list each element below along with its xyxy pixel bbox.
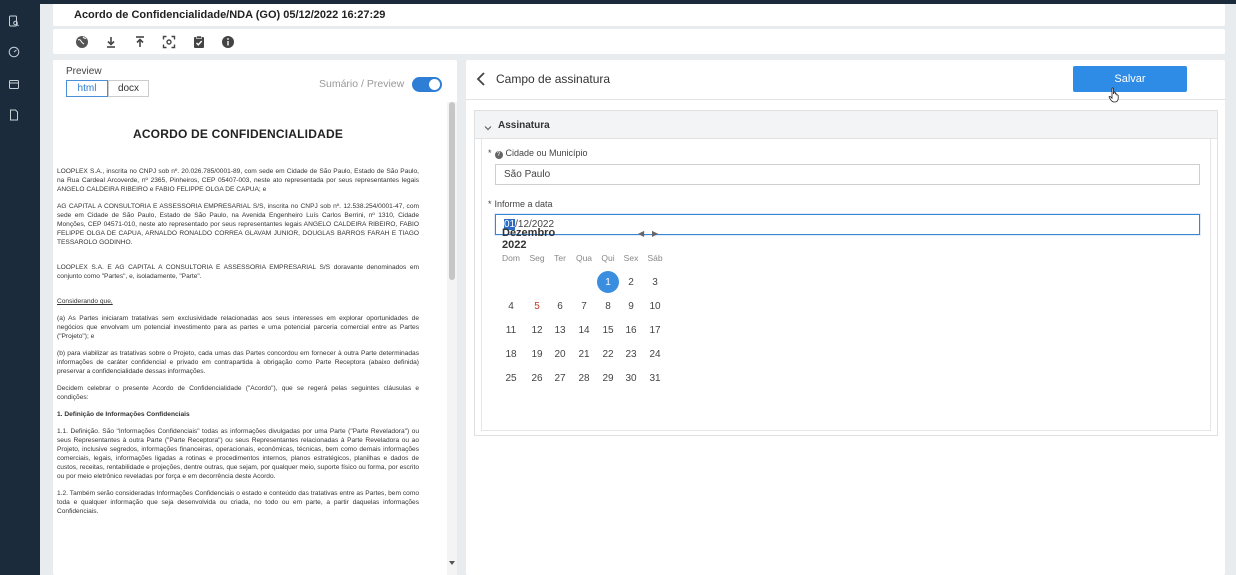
chevron-left-icon[interactable] bbox=[475, 71, 487, 87]
calendar-day[interactable]: 26 bbox=[525, 368, 549, 390]
weekday-header: Qua bbox=[575, 253, 593, 263]
globe-icon[interactable] bbox=[74, 34, 89, 49]
calendar-month: Dezembro 2022 bbox=[502, 227, 556, 251]
download-icon[interactable] bbox=[103, 34, 118, 49]
doc-paragraph: AG CAPITAL A CONSULTORIA E ASSESSORIA EM… bbox=[57, 203, 419, 246]
calendar-day[interactable]: 16 bbox=[619, 320, 643, 342]
clipboard-check-icon[interactable] bbox=[191, 34, 206, 49]
calendar-day[interactable]: 22 bbox=[596, 344, 620, 366]
calendar-day[interactable]: 3 bbox=[643, 272, 667, 294]
chevron-down-icon bbox=[483, 120, 493, 131]
signature-field-panel: Campo de assinatura Salvar Assinatura *?… bbox=[466, 60, 1225, 575]
doc-paragraph: (b) para viabilizar as tratativas sobre … bbox=[57, 350, 419, 375]
calendar-day[interactable]: 8 bbox=[596, 296, 620, 318]
document-toolbar bbox=[53, 29, 1225, 54]
calendar-day[interactable]: 21 bbox=[572, 344, 596, 366]
panel-header: Campo de assinatura Salvar bbox=[466, 60, 1225, 103]
calendar-icon[interactable] bbox=[8, 77, 20, 89]
doc-paragraph: Decidem celebrar o presente Acordo de Co… bbox=[57, 385, 419, 401]
calendar-day[interactable]: 29 bbox=[596, 368, 620, 390]
doc-section-heading: 1. Definição de Informações Confidenciai… bbox=[57, 411, 190, 418]
calendar-day[interactable]: 12 bbox=[525, 320, 549, 342]
calendar-day[interactable]: 14 bbox=[572, 320, 596, 342]
weekday-header: Seg bbox=[529, 253, 545, 263]
calendar-day[interactable]: 18 bbox=[499, 344, 523, 366]
calendar-day[interactable]: 28 bbox=[572, 368, 596, 390]
weekday-header: Qui bbox=[601, 253, 615, 263]
calendar-day[interactable]: 30 bbox=[619, 368, 643, 390]
tab-docx[interactable]: docx bbox=[108, 80, 149, 97]
summary-preview-label: Sumário / Preview bbox=[319, 78, 405, 90]
calendar-day[interactable]: 23 bbox=[619, 344, 643, 366]
calendar-day[interactable]: 15 bbox=[596, 320, 620, 342]
doc-paragraph: Considerando que, bbox=[57, 298, 113, 305]
summary-preview-toggle[interactable] bbox=[412, 77, 442, 92]
section-content: *? Cidade ou Município São Paulo * Informe… bbox=[481, 139, 1211, 431]
hand-cursor-icon bbox=[1108, 87, 1120, 103]
preview-panel: Preview html docx Sumário / Preview ACOR… bbox=[53, 60, 457, 575]
date-label-text: Informe a data bbox=[494, 199, 553, 209]
calendar-day[interactable]: 10 bbox=[643, 296, 667, 318]
info-icon[interactable] bbox=[220, 34, 235, 49]
doc-paragraph: LOOPLEX S.A., inscrita no CNPJ sob nº. 2… bbox=[57, 168, 419, 193]
date-field-label: * Informe a data bbox=[488, 199, 553, 209]
document-heading: ACORDO DE CONFIDENCIALIDADE bbox=[132, 127, 344, 141]
city-label-text: Cidade ou Município bbox=[505, 148, 588, 158]
section-title: Assinatura bbox=[498, 120, 550, 131]
calendar-day[interactable]: 19 bbox=[525, 344, 549, 366]
preview-label: Preview bbox=[66, 66, 102, 77]
calendar-day[interactable]: 24 bbox=[643, 344, 667, 366]
calendar-day[interactable]: 13 bbox=[548, 320, 572, 342]
calendar-day[interactable]: 1 bbox=[596, 271, 620, 294]
document-search-icon[interactable] bbox=[8, 14, 20, 27]
date-input[interactable]: 01/12/2022 bbox=[495, 214, 1200, 235]
calendar-day[interactable]: 7 bbox=[572, 296, 596, 318]
upload-icon[interactable] bbox=[132, 34, 147, 49]
app-sidebar bbox=[0, 0, 40, 575]
required-mark: * bbox=[488, 199, 492, 209]
section-header[interactable]: Assinatura bbox=[475, 111, 1217, 139]
calendar-day[interactable]: 31 bbox=[643, 368, 667, 390]
weekday-header: Ter bbox=[554, 253, 566, 263]
signature-section: Assinatura *? Cidade ou Município São Pau… bbox=[474, 110, 1218, 436]
calendar-day[interactable]: 17 bbox=[643, 320, 667, 342]
calendar-day[interactable]: 9 bbox=[619, 296, 643, 318]
calendar-day[interactable]: 11 bbox=[499, 320, 523, 342]
weekday-header: Dom bbox=[502, 253, 520, 263]
weekday-header: Sáb bbox=[647, 253, 663, 263]
document-preview: ACORDO DE CONFIDENCIALIDADE LOOPLEX S.A.… bbox=[53, 102, 447, 575]
tab-html[interactable]: html bbox=[66, 80, 108, 97]
calendar-day[interactable]: 5 bbox=[525, 296, 549, 318]
weekday-header: Sex bbox=[623, 253, 639, 263]
scroll-down-icon[interactable] bbox=[449, 560, 455, 566]
toggle-knob bbox=[429, 79, 440, 90]
document-title-bar: Acordo de Confidencialidade/NDA (GO) 05/… bbox=[53, 4, 1225, 26]
document-title: Acordo de Confidencialidade/NDA (GO) 05/… bbox=[74, 9, 386, 21]
calendar-day[interactable]: 2 bbox=[619, 272, 643, 294]
doc-paragraph: 1.2. Também serão consideradas Informaçõ… bbox=[57, 490, 419, 515]
file-icon[interactable] bbox=[8, 108, 20, 121]
doc-paragraph: 1.1. Definição. São "Informações Confide… bbox=[57, 428, 419, 480]
city-field-label: *? Cidade ou Município bbox=[488, 148, 588, 159]
prev-month-icon[interactable]: ◀ bbox=[638, 229, 648, 239]
doc-paragraph: LOOPLEX S.A. E AG CAPITAL A CONSULTORIA … bbox=[57, 264, 419, 280]
calendar-day[interactable]: 25 bbox=[499, 368, 523, 390]
next-month-icon[interactable]: ▶ bbox=[652, 229, 662, 239]
save-button[interactable]: Salvar bbox=[1073, 66, 1187, 92]
preview-scrollbar-thumb[interactable] bbox=[449, 102, 455, 280]
scan-icon[interactable] bbox=[161, 34, 176, 49]
calendar-day[interactable]: 20 bbox=[548, 344, 572, 366]
city-value: São Paulo bbox=[504, 169, 551, 180]
panel-title: Campo de assinatura bbox=[496, 72, 611, 86]
required-mark: * bbox=[488, 148, 492, 158]
calendar-day[interactable]: 27 bbox=[548, 368, 572, 390]
doc-paragraph: (a) As Partes iniciaram tratativas sem e… bbox=[57, 315, 419, 340]
calendar-day[interactable]: 4 bbox=[499, 296, 523, 318]
dashboard-icon[interactable] bbox=[8, 45, 20, 58]
city-input[interactable]: São Paulo bbox=[495, 164, 1200, 185]
help-icon[interactable]: ? bbox=[494, 151, 503, 159]
calendar-day[interactable]: 6 bbox=[548, 296, 572, 318]
